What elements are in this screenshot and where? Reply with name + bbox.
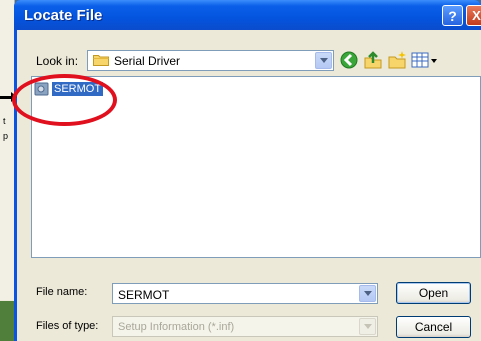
folder-icon [93,55,109,66]
file-name-value: SERMOT [118,288,170,302]
chevron-down-icon[interactable] [315,52,332,69]
file-name-label: File name: [36,286,88,298]
highlight-ring [12,74,117,126]
chevron-down-icon [359,318,376,335]
look-in-dropdown[interactable]: Serial Driver [87,50,334,71]
close-button[interactable]: X [466,5,481,26]
background-window: t p [0,0,15,341]
chevron-down-icon[interactable] [359,285,376,302]
open-button[interactable]: Open [396,282,471,304]
title-bar[interactable]: Locate File ? X [14,0,481,30]
background-text: p [3,131,9,141]
view-menu-icon[interactable] [410,50,440,70]
look-in-label: Look in: [36,54,79,68]
file-type-dropdown[interactable]: Setup Information (*.inf) [112,316,378,337]
background-window-panel [0,0,15,300]
back-arrow-icon[interactable] [339,50,359,70]
pointer-arrow [0,92,17,102]
file-name-input[interactable]: SERMOT [112,283,378,304]
new-folder-icon[interactable] [387,50,407,70]
cancel-button[interactable]: Cancel [396,316,471,338]
look-in-value: Serial Driver [114,54,181,68]
file-type-value: Setup Information (*.inf) [118,321,235,333]
dialog-title: Locate File [24,7,103,24]
background-text: t [3,116,6,126]
locate-file-dialog: Locate File ? X Look in: Serial Driver S… [14,0,481,341]
desktop-background [0,301,14,341]
file-type-label: Files of type: [36,320,99,332]
help-button[interactable]: ? [442,5,463,26]
up-folder-icon[interactable] [363,50,383,70]
